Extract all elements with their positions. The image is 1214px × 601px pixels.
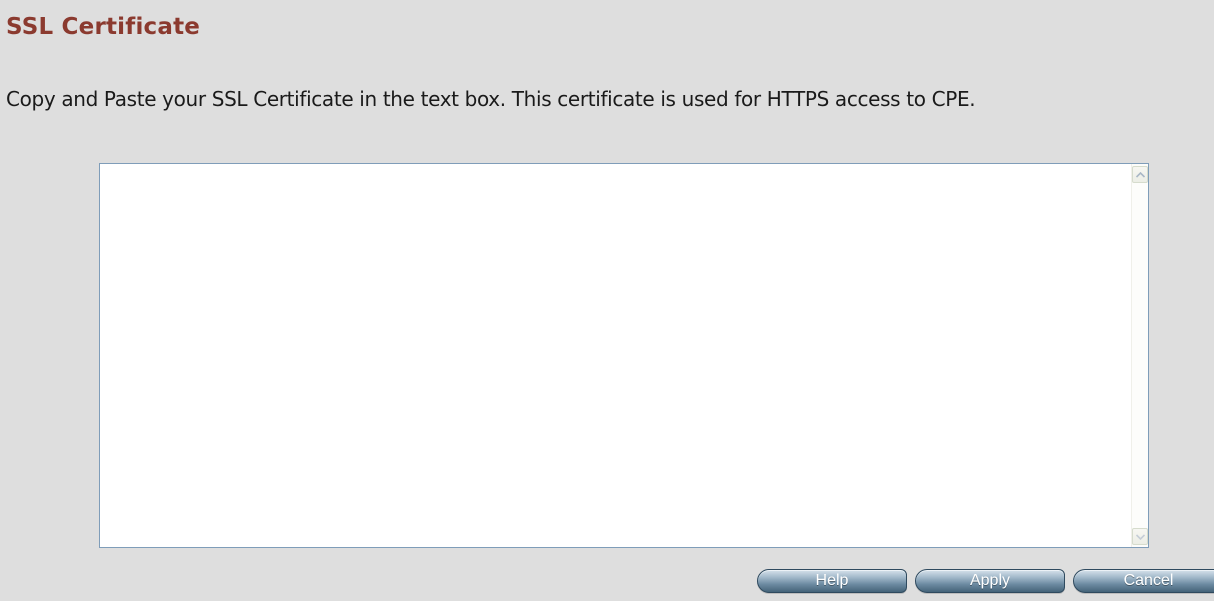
page-title: SSL Certificate <box>6 14 201 40</box>
help-button-label: Help <box>815 572 849 589</box>
scroll-up-icon[interactable] <box>1132 166 1148 183</box>
apply-button[interactable]: Apply <box>915 569 1065 593</box>
action-button-row: Help Apply Cancel <box>0 569 1214 595</box>
certificate-textarea[interactable] <box>100 164 1131 547</box>
help-button[interactable]: Help <box>757 569 907 593</box>
cancel-button[interactable]: Cancel <box>1073 569 1214 593</box>
certificate-textbox-frame <box>99 163 1149 548</box>
cancel-button-label: Cancel <box>1123 572 1174 589</box>
vertical-scrollbar[interactable] <box>1131 164 1148 547</box>
instructions-text: Copy and Paste your SSL Certificate in t… <box>6 87 976 111</box>
scroll-down-icon[interactable] <box>1132 528 1148 545</box>
apply-button-label: Apply <box>969 572 1011 589</box>
